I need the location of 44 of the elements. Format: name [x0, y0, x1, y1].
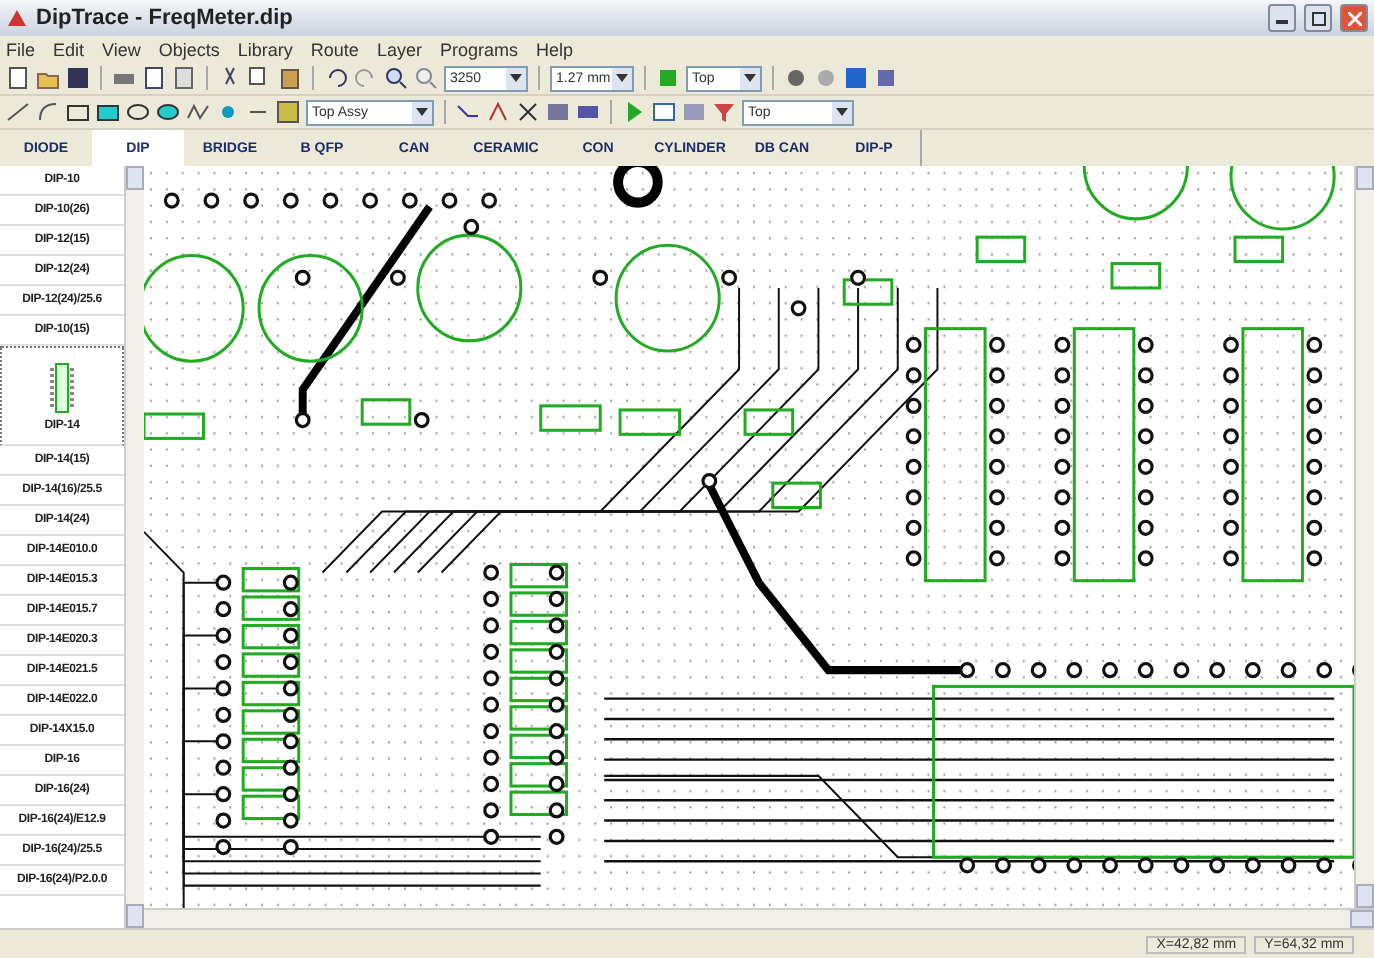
app-logo-icon	[6, 7, 28, 29]
close-button[interactable]	[1340, 4, 1368, 32]
window-icon[interactable]	[652, 100, 676, 124]
ellipse-icon[interactable]	[126, 100, 150, 124]
minimize-button[interactable]	[1268, 4, 1296, 32]
rectangle-icon[interactable]	[66, 100, 90, 124]
menu-item[interactable]: File	[6, 39, 36, 59]
filter-icon[interactable]	[712, 100, 736, 124]
polyline-icon[interactable]	[186, 100, 210, 124]
menu-item[interactable]: Library	[237, 39, 293, 59]
menu-item[interactable]: Route	[310, 39, 359, 59]
canvas-scrollbar[interactable]	[1354, 166, 1374, 908]
filled-rectangle-icon[interactable]	[96, 100, 120, 124]
line-icon[interactable]	[6, 100, 30, 124]
close-icon	[1347, 11, 1361, 25]
window-title: DipTrace - FreqMeter.dip	[36, 6, 295, 30]
point-icon[interactable]	[216, 100, 240, 124]
new-file-icon[interactable]	[6, 66, 30, 90]
arc-icon[interactable]	[36, 100, 60, 124]
sidebar-scrollbar[interactable]	[124, 166, 144, 928]
caret-icon	[510, 74, 522, 82]
caret-icon	[616, 74, 628, 82]
menu-item[interactable]: Edit	[53, 39, 85, 59]
component-icon[interactable]	[784, 66, 808, 90]
menu-item[interactable]: Layer	[376, 39, 422, 59]
restore-button[interactable]	[1304, 4, 1332, 32]
restore-icon	[1311, 11, 1325, 25]
print-preview-icon[interactable]	[142, 66, 166, 90]
menu-item[interactable]: Objects	[158, 39, 220, 59]
paste-icon[interactable]	[278, 66, 302, 90]
menu-item[interactable]: Programs	[439, 39, 518, 59]
zoom-in-icon[interactable]	[384, 66, 408, 90]
chip-preview-icon	[50, 361, 74, 413]
menu-item[interactable]: Help	[535, 39, 573, 59]
horizontal-scrollbar[interactable]	[144, 908, 1374, 928]
undo-icon[interactable]	[324, 66, 348, 90]
filled-ellipse-icon[interactable]	[156, 100, 180, 124]
scissors-icon[interactable]	[516, 100, 540, 124]
caret-icon	[744, 74, 756, 82]
autoroute-icon[interactable]	[486, 100, 510, 124]
menu-item[interactable]: View	[102, 39, 141, 59]
caret-icon	[416, 108, 428, 116]
picture-icon[interactable]	[276, 100, 300, 124]
caret-icon	[836, 108, 848, 116]
